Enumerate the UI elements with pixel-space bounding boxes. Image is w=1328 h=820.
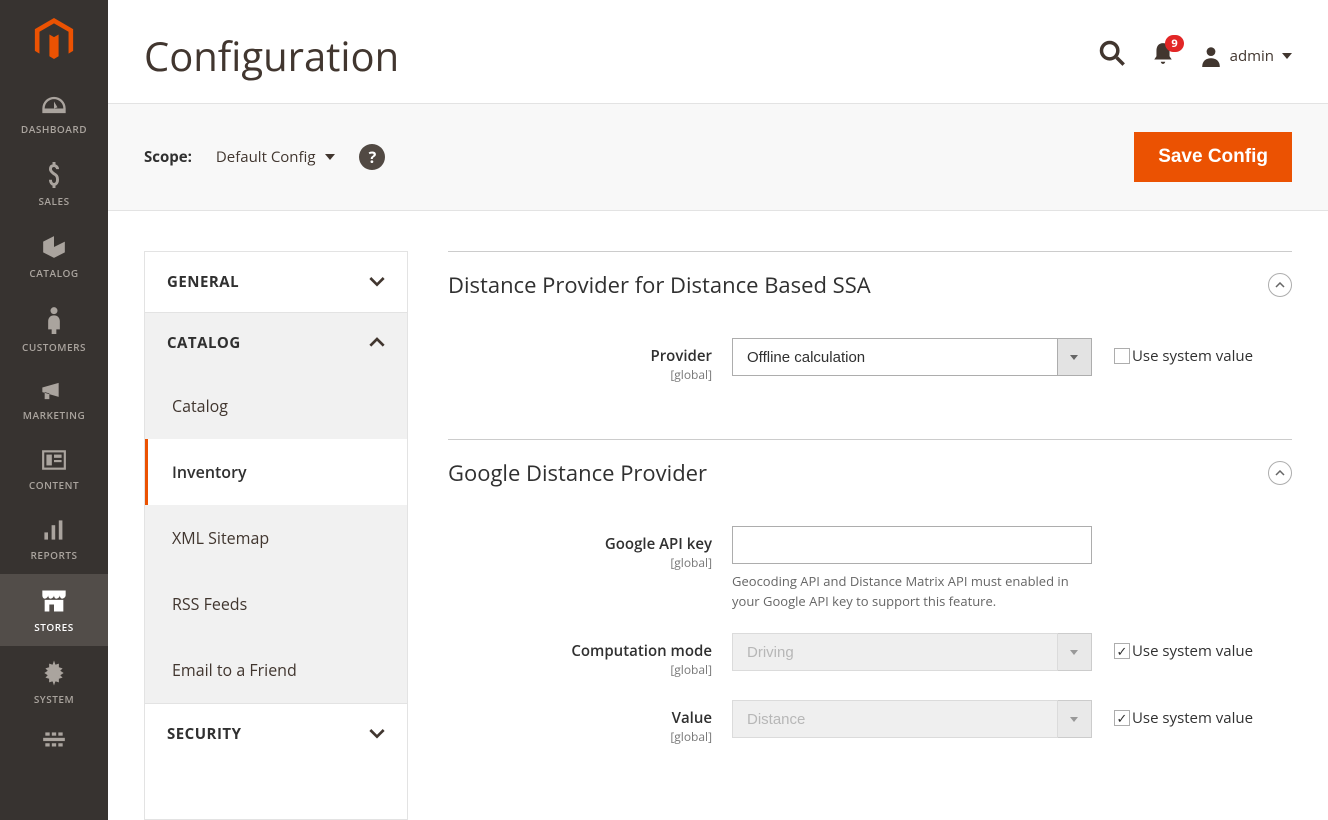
config-group-label: GENERAL	[167, 272, 239, 292]
dropdown-arrow-icon	[1058, 633, 1092, 671]
field-scope: [global]	[448, 728, 712, 745]
field-scope: [global]	[448, 661, 712, 678]
main-sidebar: DASHBOARD SALES CATALOG CUSTOMERS MARKET…	[0, 0, 108, 820]
page-header: Configuration 9 admin	[108, 0, 1328, 103]
nav-label: SALES	[38, 194, 69, 208]
config-item-rss-feeds[interactable]: RSS Feeds	[145, 571, 407, 637]
nav-customers[interactable]: CUSTOMERS	[0, 292, 108, 366]
nav-reports[interactable]: REPORTS	[0, 504, 108, 574]
config-group-security: SECURITY	[145, 704, 407, 764]
field-value: Value [global] Distance Use system value	[448, 700, 1292, 745]
scope-select[interactable]: Default Config	[216, 147, 336, 167]
field-google-api-key: Google API key [global] Geocoding API an…	[448, 526, 1292, 611]
field-scope: [global]	[448, 554, 712, 571]
notifications-icon[interactable]: 9	[1152, 41, 1174, 70]
config-group-header[interactable]: GENERAL	[145, 252, 407, 312]
nav-label: DASHBOARD	[21, 122, 87, 136]
fieldset-title: Google Distance Provider	[448, 458, 707, 488]
chevron-up-icon	[369, 335, 385, 351]
nav-dashboard[interactable]: DASHBOARD	[0, 80, 108, 148]
nav-sales[interactable]: SALES	[0, 148, 108, 220]
field-scope: [global]	[448, 366, 712, 383]
scope-value: Default Config	[216, 147, 316, 167]
use-system-label: Use system value	[1132, 708, 1253, 728]
nav-label: CATALOG	[29, 266, 78, 280]
nav-content[interactable]: CONTENT	[0, 434, 108, 504]
use-system-label: Use system value	[1132, 641, 1253, 661]
config-item-inventory[interactable]: Inventory	[145, 439, 407, 505]
scope-bar: Scope: Default Config ? Save Config	[108, 103, 1328, 211]
fieldset-distance-provider: Distance Provider for Distance Based SSA…	[448, 251, 1292, 435]
config-item-catalog[interactable]: Catalog	[145, 373, 407, 439]
provider-select[interactable]: Offline calculation	[732, 338, 1058, 376]
use-system-checkbox[interactable]	[1114, 710, 1130, 726]
nav-system[interactable]: SYSTEM	[0, 646, 108, 718]
config-group-catalog: CATALOG Catalog Inventory XML Sitemap RS…	[145, 313, 407, 704]
config-nav: GENERAL CATALOG Catalog Inventory XML Si…	[144, 251, 408, 820]
nav-label: CONTENT	[29, 478, 79, 492]
notification-badge: 9	[1165, 35, 1183, 52]
nav-partners[interactable]	[0, 718, 108, 754]
chevron-down-icon	[325, 154, 335, 160]
chevron-down-icon	[369, 726, 385, 742]
page-title: Configuration	[144, 28, 399, 83]
use-system-label: Use system value	[1132, 346, 1253, 366]
nav-label: SYSTEM	[34, 692, 74, 706]
chevron-down-icon	[1282, 53, 1292, 59]
nav-stores[interactable]: STORES	[0, 574, 108, 646]
config-item-xml-sitemap[interactable]: XML Sitemap	[145, 505, 407, 571]
field-provider: Provider [global] Offline calculation Us…	[448, 338, 1292, 383]
config-group-label: SECURITY	[167, 724, 241, 744]
save-config-button[interactable]: Save Config	[1134, 132, 1292, 182]
magento-logo[interactable]	[0, 0, 108, 80]
fieldset-header[interactable]: Google Distance Provider	[448, 440, 1292, 506]
field-label: Google API key	[605, 534, 712, 554]
search-icon[interactable]	[1098, 39, 1126, 72]
nav-label: CUSTOMERS	[22, 340, 86, 354]
nav-marketing[interactable]: MARKETING	[0, 366, 108, 434]
chevron-down-icon	[369, 274, 385, 290]
fieldset-header[interactable]: Distance Provider for Distance Based SSA	[448, 252, 1292, 318]
collapse-icon	[1268, 273, 1292, 297]
value-select: Distance	[732, 700, 1058, 738]
config-group-header[interactable]: CATALOG	[145, 313, 407, 373]
nav-catalog[interactable]: CATALOG	[0, 220, 108, 292]
field-computation-mode: Computation mode [global] Driving Use sy…	[448, 633, 1292, 678]
field-note: Geocoding API and Distance Matrix API mu…	[732, 572, 1092, 611]
fieldset-google-provider: Google Distance Provider Google API key …	[448, 439, 1292, 797]
config-item-email-friend[interactable]: Email to a Friend	[145, 637, 407, 703]
fieldset-title: Distance Provider for Distance Based SSA	[448, 270, 871, 300]
config-group-general: GENERAL	[145, 252, 407, 313]
google-api-key-input[interactable]	[732, 526, 1092, 564]
collapse-icon	[1268, 461, 1292, 485]
nav-label: REPORTS	[30, 548, 77, 562]
scope-label: Scope:	[144, 147, 192, 167]
use-system-checkbox[interactable]	[1114, 348, 1130, 364]
dropdown-arrow-icon	[1058, 338, 1092, 376]
field-label: Provider	[650, 346, 712, 366]
nav-label: MARKETING	[23, 408, 85, 422]
dropdown-arrow-icon	[1058, 700, 1092, 738]
user-label: admin	[1230, 46, 1274, 66]
field-label: Value	[672, 708, 712, 728]
user-menu[interactable]: admin	[1200, 45, 1292, 67]
form-panel: Distance Provider for Distance Based SSA…	[448, 251, 1292, 820]
config-group-header[interactable]: SECURITY	[145, 704, 407, 764]
help-icon[interactable]: ?	[359, 144, 385, 170]
config-group-label: CATALOG	[167, 333, 241, 353]
computation-mode-select: Driving	[732, 633, 1058, 671]
field-label: Computation mode	[571, 641, 712, 661]
nav-label: STORES	[34, 620, 73, 634]
use-system-checkbox[interactable]	[1114, 643, 1130, 659]
